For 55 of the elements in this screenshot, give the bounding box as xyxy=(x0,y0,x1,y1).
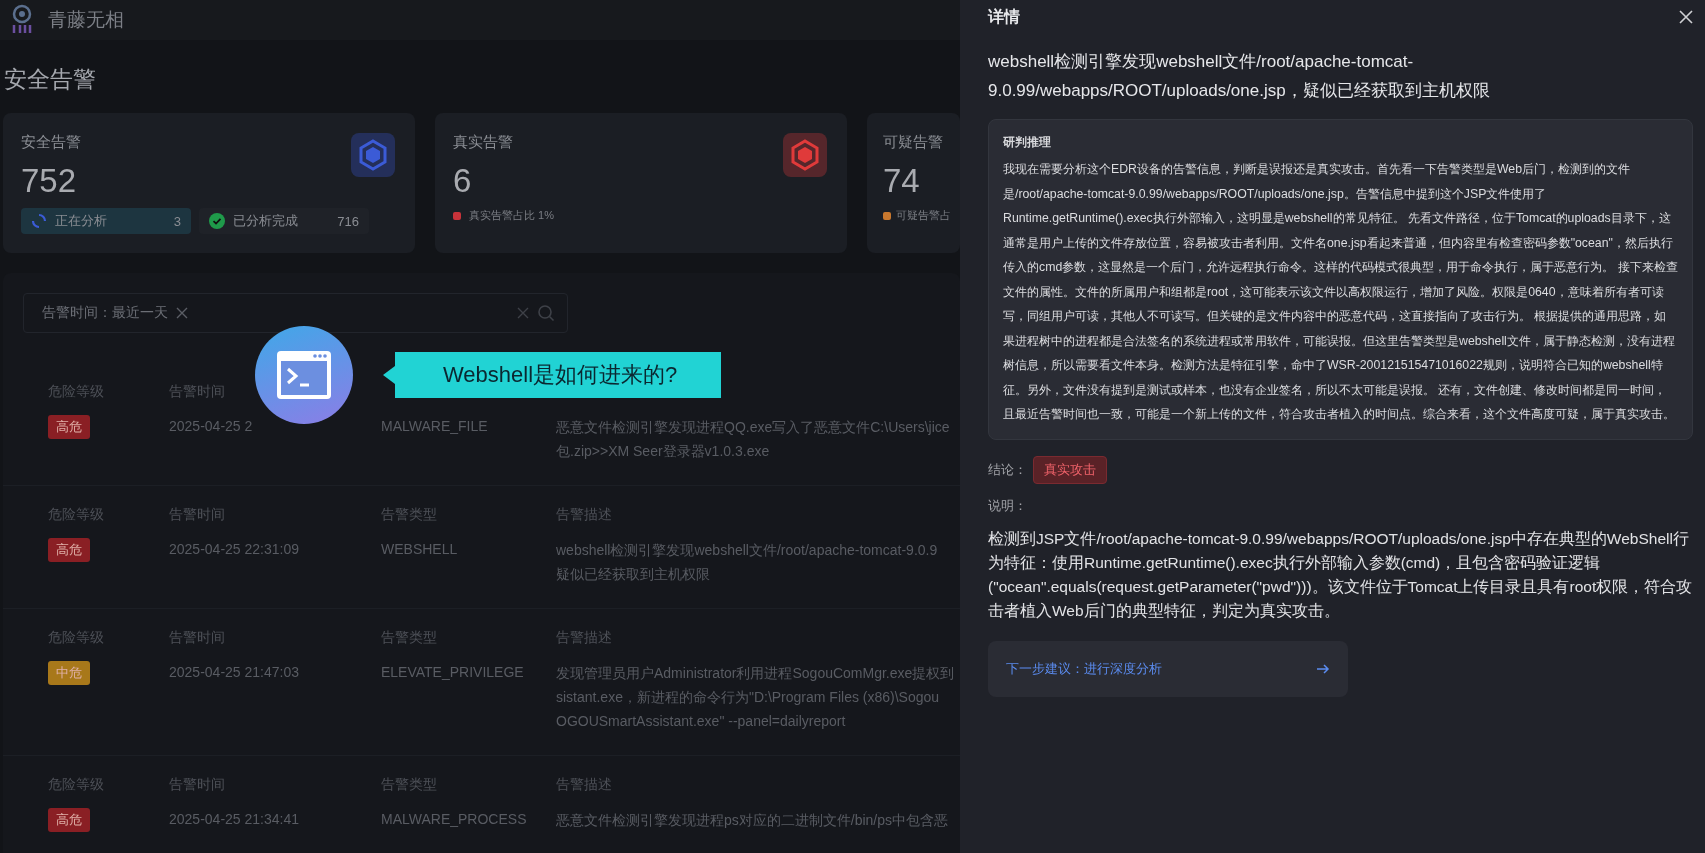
page-title: 安全告警 xyxy=(4,66,96,92)
app-name: 青藤无相 xyxy=(48,8,124,32)
callout-bubble: Webshell是如何进来的? xyxy=(395,352,722,398)
card-value: 6 xyxy=(453,162,473,200)
severity-tag: 高危 xyxy=(48,538,90,562)
filter-tag[interactable]: 告警时间：最近一天 xyxy=(42,304,168,322)
severity-tag: 高危 xyxy=(48,415,90,439)
status-count: 716 xyxy=(337,213,359,229)
spinner-icon xyxy=(31,213,47,229)
reasoning-title: 研判推理 xyxy=(1003,134,1052,151)
column-header: 危险等级 xyxy=(48,383,105,401)
alert-description: OGOUSmartAssistant.exe" --panel=dailyreport xyxy=(556,712,847,731)
alert-description: webshell检测引擎发现webshell文件/root/apache-tomcat-9.0.9 xyxy=(556,541,939,560)
alert-type: MALWARE_PROCESS xyxy=(381,810,528,829)
status-label: 已分析完成 xyxy=(233,212,298,230)
card-title: 可疑告警 xyxy=(883,133,944,152)
alert-type: ELEVATE_PRIVILEGE xyxy=(381,663,525,682)
clear-icon[interactable] xyxy=(517,307,529,319)
verdict-tag: 真实攻击 xyxy=(1033,455,1107,484)
card-value: 74 xyxy=(883,162,921,200)
alert-headline: webshell检测引擎发现webshell文件/root/apache-tomcat-9.0.99/webapps/ROOT/uploads/one.jsp，疑似已经获取到主机权限 xyxy=(988,52,1490,100)
column-header: 危险等级 xyxy=(48,506,105,524)
alert-time: 2025-04-25 22:31:09 xyxy=(169,540,300,559)
alert-description: 恶意文件检测引擎发现进程QQ.exe写入了恶意文件C:\Users\jice xyxy=(556,418,951,437)
alert-time: 2025-04-25 2 xyxy=(169,417,254,436)
terminal-icon xyxy=(275,349,333,401)
severity-tag: 中危 xyxy=(48,661,90,685)
explanation-text: 检测到JSP文件/root/apache-tomcat-9.0.99/webapps/ROOT/uploads/one.jsp中存在典型的WebShell行为特征：使用Runtime.getRuntime().exec执行外部输入参数(cmd)，且包含密码验证逻辑("ocean".equals(request.getParameter("pwd")))。该文件位于Tomcat上传目录且具有root权限，符合攻击者植入Web后门的典型特征，判定为真实攻击。 xyxy=(988,529,1693,619)
search-icon[interactable] xyxy=(537,304,555,322)
card-title: 真实告警 xyxy=(453,133,514,152)
alert-description: 包.zip>>XM Seer登录器v1.0.3.exe xyxy=(556,442,771,461)
legend-label: 真实告警占比 1% xyxy=(469,208,554,223)
status-count: 3 xyxy=(173,213,181,229)
drawer-title: 详情 xyxy=(988,6,1020,27)
check-circle-icon xyxy=(209,213,225,229)
callout-pointer xyxy=(383,366,395,384)
alert-time: 2025-04-25 21:34:41 xyxy=(169,810,300,829)
severity-tag: 高危 xyxy=(48,808,90,832)
next-step-button[interactable]: 下一步建议：进行深度分析 xyxy=(988,640,1348,697)
card-value: 752 xyxy=(21,162,78,200)
column-header: 危险等级 xyxy=(48,776,105,794)
alert-type: MALWARE_FILE xyxy=(381,417,489,436)
status-label: 正在分析 xyxy=(55,212,107,230)
card-title: 安全告警 xyxy=(21,133,82,152)
alert-description: sistant.exe，新进程的命令行为"D:\Program Files (x86)\Sogou xyxy=(556,688,941,707)
alert-type: WEBSHELL xyxy=(381,540,459,559)
explanation-label: 说明： xyxy=(988,497,1027,513)
legend-label: 可疑告警占 xyxy=(896,208,951,223)
reasoning-text: 我现在需要分析这个EDR设备的告警信息，判断是误报还是真实攻击。首先看一下告警类型是Web后门，检测到的文件是/root/apache-tomcat-9.0.99/webapps/ROOT/uploads/one.jsp。告警信息中提到这个JSP文件使用了Runtime.getRuntime().exec执行外部输入，这明显是webshell的常见特征。 先看文件路径，位于Tomcat的uploads目录下，这通常是用户上传的文件存放位置，容易被攻击者利用。文件名one.jsp看起来普通，但内容里有检查密码参数"ocean"，然后执行传入的cmd参数，这显然是一个后门，允许远程执行命令。这样的代码模式很典型，用于命令执行，属于恶意行为。 接下来检查文件的属性。文件的所属用户和组都是root，这可能表示该文件以高权限运行，增加了风险。权限是0640，意味着所有者可读写，同组用户可读，其他人不可读写。但关键的是文件内容中的恶意代码，这直接指向了攻击行为。 根据提供的通用思路，如果进程树中的进程都是合法签名的系统进程或常用软件，可能误报。但这里告警类型是webshell文件，属于静态检测，没有进程树信息，所以需要看文件本身。检测方法是特征引擎，命中了WSR-200121515471016022规则，说明符合已知的webshell特征。另外，文件没有提到是测试或样本，也没有企业签名，所以不太可能是误报。 还有，文件创建、修改时间都是同一时间，且最近告警时间也一致，可能是一个新上传的文件，符合攻击者植入的时间点。综合来看，这个文件高度可疑，属于真实攻击。 xyxy=(1003,161,1678,423)
alert-description: 疑似已经获取到主机权限 xyxy=(556,565,711,584)
arrow-right-icon xyxy=(1316,662,1330,675)
column-header: 危险等级 xyxy=(48,629,105,647)
alert-description: 发现管理员用户Administrator利用进程SogouComMgr.exe提权到 xyxy=(556,664,956,683)
alert-time: 2025-04-25 21:47:03 xyxy=(169,663,300,682)
conclusion-label: 结论： xyxy=(988,460,1027,479)
